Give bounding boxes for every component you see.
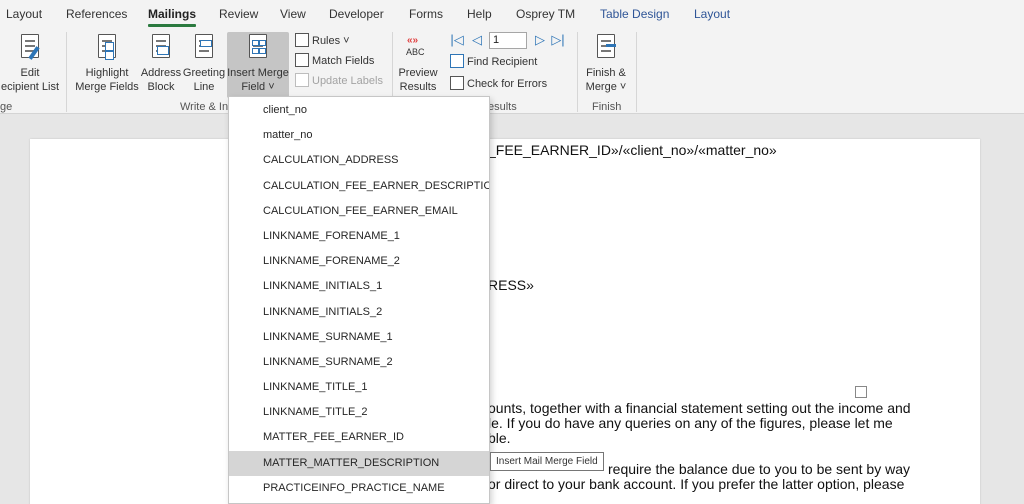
update-labels-label: Update Labels xyxy=(312,75,383,87)
tab-mailings[interactable]: Mailings xyxy=(148,7,197,27)
merge-field-option[interactable]: LINKNAME_TITLE_1 xyxy=(229,375,489,400)
address-block-label-2: Block xyxy=(147,81,175,93)
merge-field-option[interactable]: LINKNAME_INITIALS_2 xyxy=(229,300,489,325)
ribbon-separator xyxy=(577,32,578,112)
group-label-preview: esults xyxy=(488,101,517,113)
highlight-merge-fields-button[interactable]: Highlight Merge Fields xyxy=(74,32,140,94)
merge-field-option[interactable]: CALCULATION_FEE_EARNER_DESCRIPTION xyxy=(229,174,489,199)
check-for-errors-button[interactable]: Check for Errors xyxy=(450,75,547,93)
document-page[interactable]: _FEE_EARNER_ID»/«client_no»/«matter_no» … xyxy=(30,139,980,504)
match-fields-label: Match Fields xyxy=(312,55,375,67)
merge-field-option-hovered[interactable]: MATTER_MATTER_DESCRIPTION xyxy=(229,450,489,476)
table-marker xyxy=(855,386,867,398)
merge-field-option[interactable]: client_no xyxy=(229,98,489,123)
update-labels-button[interactable]: Update Labels xyxy=(295,72,383,90)
edit-recipient-list-label-1: Edit xyxy=(20,67,40,79)
greeting-line-icon xyxy=(192,34,216,62)
doc-line-paragraph-4: require the balance due to you to be sen… xyxy=(608,461,910,477)
tab-review[interactable]: Review xyxy=(219,7,258,21)
tab-table-layout[interactable]: Layout xyxy=(694,7,730,21)
merge-field-option[interactable]: LINKNAME_FORENAME_2 xyxy=(229,249,489,274)
rules-icon xyxy=(295,33,309,47)
merge-field-option[interactable]: matter_no xyxy=(229,123,489,148)
greeting-line-label-2: Line xyxy=(193,81,215,93)
doc-line-paragraph-3: ble. xyxy=(488,430,511,446)
preview-results-icon: «» ABC xyxy=(403,34,433,62)
match-fields-button[interactable]: Match Fields xyxy=(295,52,374,70)
document-canvas[interactable]: _FEE_EARNER_ID»/«client_no»/«matter_no» … xyxy=(0,115,1024,504)
edit-recipient-list-button[interactable]: Edit ecipient List xyxy=(0,32,60,94)
finish-merge-button[interactable]: Finish & Merge ˅ xyxy=(582,32,630,94)
highlight-merge-fields-label-1: Highlight xyxy=(85,67,129,79)
tab-layout[interactable]: Layout xyxy=(6,7,42,21)
merge-field-option[interactable]: CALCULATION_ADDRESS xyxy=(229,148,489,173)
tab-help[interactable]: Help xyxy=(467,7,492,21)
preview-results-button[interactable]: «» ABC Preview Results xyxy=(396,32,440,94)
insert-merge-field-icon xyxy=(246,34,270,62)
insert-merge-field-label-1: Insert Merge xyxy=(227,67,289,79)
doc-line-paragraph-5: or direct to your bank account. If you p… xyxy=(488,476,905,492)
doc-line-paragraph-2: le. If you do have any queries on any of… xyxy=(488,415,893,431)
group-label-finish: Finish xyxy=(592,101,622,113)
tab-table-design[interactable]: Table Design xyxy=(600,7,669,21)
ribbon-tabs: Layout References Mailings Review View D… xyxy=(0,0,1024,28)
previous-record-button[interactable]: ◁ xyxy=(470,33,484,47)
record-number-input[interactable]: 1 xyxy=(489,32,527,49)
next-record-button[interactable]: ▷ xyxy=(533,33,547,47)
find-recipient-label: Find Recipient xyxy=(467,56,538,68)
doc-line-address: RESS» xyxy=(488,277,534,293)
preview-results-label-1: Preview xyxy=(398,67,438,79)
doc-line-reference: _FEE_EARNER_ID»/«client_no»/«matter_no» xyxy=(488,142,777,158)
tab-osprey-tm[interactable]: Osprey TM xyxy=(516,7,575,21)
find-recipient-button[interactable]: Find Recipient xyxy=(450,53,537,71)
ribbon-separator xyxy=(636,32,637,112)
check-errors-icon xyxy=(450,76,464,90)
preview-results-label-2: Results xyxy=(399,81,437,93)
ribbon: Edit ecipient List ge Highlight Merge Fi… xyxy=(0,28,1024,114)
edit-list-icon xyxy=(18,34,42,62)
group-label-start: ge xyxy=(0,101,13,113)
check-for-errors-label: Check for Errors xyxy=(467,78,548,90)
first-record-button[interactable]: |◁ xyxy=(450,33,464,47)
merge-field-option[interactable]: MATTER_FEE_EARNER_ID xyxy=(229,425,489,450)
edit-recipient-list-label-2: ecipient List xyxy=(0,81,60,93)
merge-field-option[interactable]: LINKNAME_TITLE_2 xyxy=(229,400,489,425)
merge-field-option[interactable]: LINKNAME_INITIALS_1 xyxy=(229,274,489,299)
ribbon-separator xyxy=(66,32,67,112)
group-label-write-insert: Write & In xyxy=(180,101,229,113)
merge-field-option[interactable]: PRACTICEINFO_PRACTICE_NAME xyxy=(229,476,489,501)
merge-field-option[interactable]: CALCULATION_FEE_EARNER_EMAIL xyxy=(229,199,489,224)
preview-abc: ABC xyxy=(406,47,425,57)
finish-merge-label-2: Merge ˅ xyxy=(585,81,627,93)
merge-field-option[interactable]: LINKNAME_SURNAME_2 xyxy=(229,350,489,375)
find-recipient-icon xyxy=(450,54,464,68)
rules-button[interactable]: Rules ˅ xyxy=(295,32,350,50)
insert-merge-field-button[interactable]: Insert Merge Field ˅ xyxy=(227,32,289,98)
tab-view[interactable]: View xyxy=(280,7,306,21)
tab-developer[interactable]: Developer xyxy=(329,7,384,21)
match-fields-icon xyxy=(295,53,309,67)
update-labels-icon xyxy=(295,73,309,87)
address-block-icon xyxy=(149,34,173,62)
highlight-fields-icon xyxy=(95,34,119,62)
insert-merge-field-tooltip: Insert Mail Merge Field xyxy=(490,452,604,471)
address-block-label-1: Address xyxy=(140,67,182,79)
finish-merge-label-1: Finish & xyxy=(586,67,626,79)
highlight-merge-fields-label-2: Merge Fields xyxy=(75,81,139,93)
address-block-button[interactable]: Address Block xyxy=(140,32,182,94)
merge-field-option[interactable]: LINKNAME_SURNAME_1 xyxy=(229,325,489,350)
greeting-line-button[interactable]: Greeting Line xyxy=(182,32,226,94)
tab-forms[interactable]: Forms xyxy=(409,7,443,21)
merge-field-dropdown: client_no matter_no CALCULATION_ADDRESS … xyxy=(228,96,490,504)
last-record-button[interactable]: ▷| xyxy=(551,33,565,47)
rules-label: Rules ˅ xyxy=(312,35,350,47)
doc-line-paragraph-1: ounts, together with a financial stateme… xyxy=(488,400,911,416)
merge-field-option[interactable]: LINKNAME_FORENAME_1 xyxy=(229,224,489,249)
greeting-line-label-1: Greeting xyxy=(182,67,226,79)
finish-merge-icon xyxy=(594,34,618,62)
tab-references[interactable]: References xyxy=(66,7,127,21)
insert-merge-field-label-2: Field ˅ xyxy=(241,81,275,93)
